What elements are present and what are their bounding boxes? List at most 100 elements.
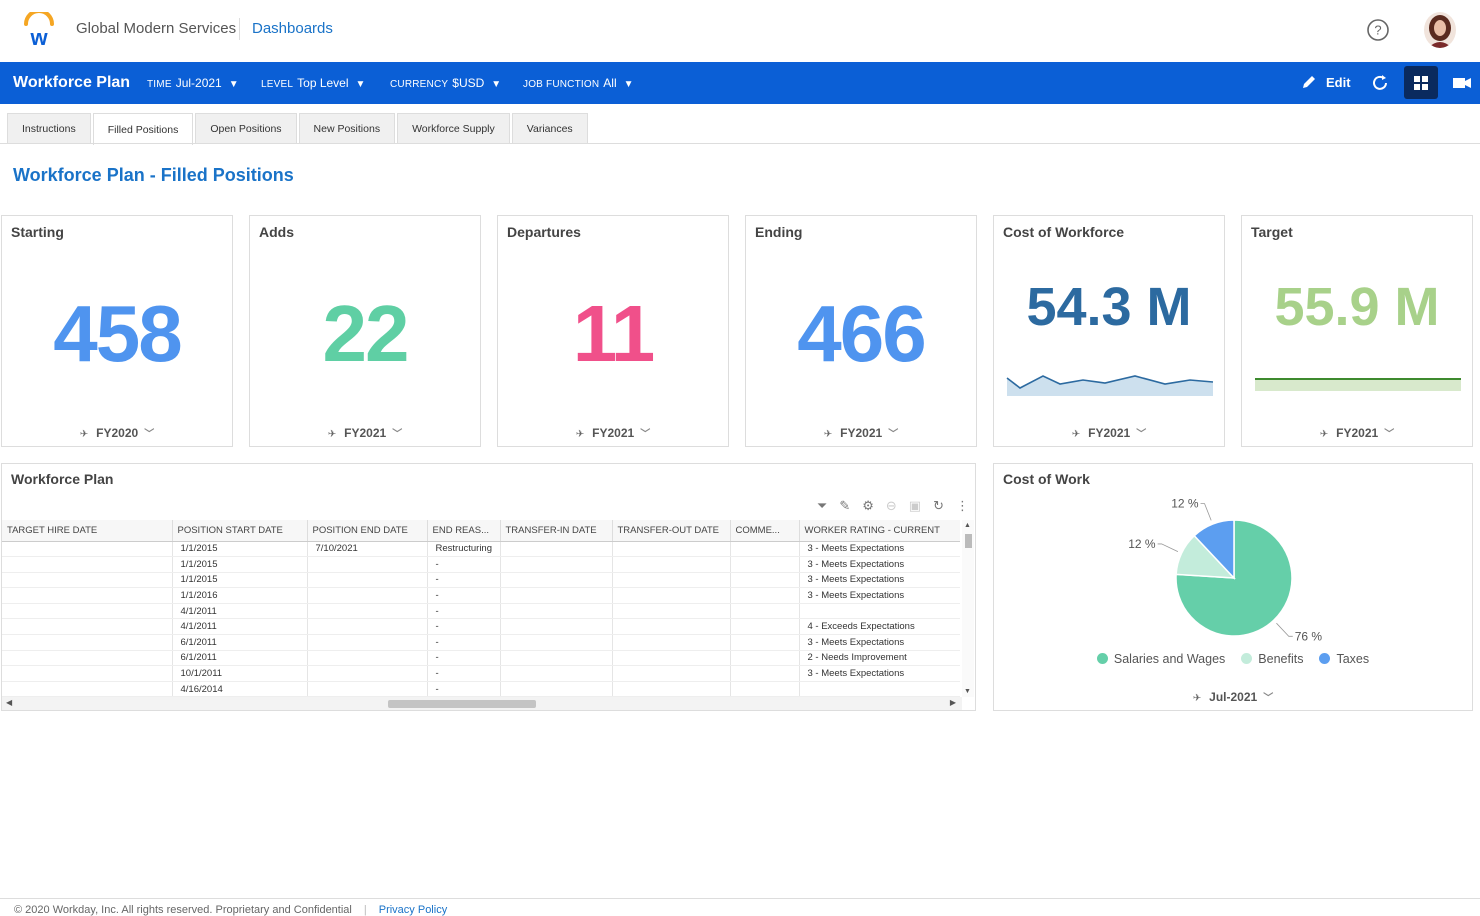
table-cell: 1/1/2015 — [172, 556, 308, 573]
chart-period-label: Jul-2021 — [1209, 690, 1258, 704]
table-cell — [730, 587, 800, 604]
kpi-card-departures[interactable]: Departures 11 ✈ FY2021 ﹀ — [497, 215, 729, 447]
table-cell: - — [427, 603, 501, 620]
kpi-title: Target — [1251, 224, 1293, 240]
refresh-icon[interactable]: ↻ — [933, 498, 944, 514]
tab-workforce-supply[interactable]: Workforce Supply — [397, 113, 510, 144]
table-cell — [307, 572, 428, 589]
tab-open-positions[interactable]: Open Positions — [195, 113, 297, 144]
column-header[interactable]: END REAS... — [427, 520, 501, 542]
table-row[interactable]: 1/1/2015 - 3 - Meets Expectations — [2, 556, 960, 573]
table-cell: 3 - Meets Expectations — [799, 572, 960, 589]
table-row[interactable]: 1/1/2015 - 3 - Meets Expectations — [2, 572, 960, 589]
column-header[interactable]: COMME... — [730, 520, 800, 542]
chart-period[interactable]: ✈ Jul-2021 ﹀ — [994, 689, 1472, 704]
kpi-period[interactable]: ✈ FY2021 ﹀ — [250, 425, 480, 440]
legend-item[interactable]: Benefits — [1241, 652, 1303, 666]
tab-variances[interactable]: Variances — [511, 113, 588, 144]
grid-layout-button[interactable] — [1404, 66, 1438, 99]
kpi-period-label: FY2021 — [1088, 426, 1131, 440]
scroll-thumb[interactable] — [965, 534, 972, 548]
kpi-period[interactable]: ✈ FY2020 ﹀ — [2, 425, 232, 440]
kpi-card-starting[interactable]: Starting 458 ✈ FY2020 ﹀ — [1, 215, 233, 447]
help-icon[interactable]: ? — [1366, 18, 1390, 42]
prompt-time[interactable]: TIME Jul-2021 ▼ — [147, 76, 239, 90]
remove-icon: ⊖ — [885, 498, 897, 513]
settings-icon[interactable]: ⚙ — [862, 498, 874, 514]
kpi-card-ending[interactable]: Ending 466 ✈ FY2021 ﹀ — [745, 215, 977, 447]
pie-label-leader — [1200, 503, 1212, 521]
kpi-card-cost-of-workforce[interactable]: Cost of Workforce 54.3 M ✈ FY2021 ﹀ — [993, 215, 1225, 447]
prompt-job-function[interactable]: JOB FUNCTION All ▼ — [523, 76, 634, 90]
more-icon[interactable]: ⋮ — [956, 498, 969, 514]
refresh-icon[interactable] — [1370, 73, 1390, 93]
prompt-time-key: TIME — [147, 79, 172, 90]
kpi-card-target[interactable]: Target 55.9 M ✈ FY2021 ﹀ — [1241, 215, 1473, 447]
scroll-left-icon[interactable]: ◀ — [6, 698, 12, 707]
legend-item[interactable]: Taxes — [1319, 652, 1369, 666]
prompt-level-value: Top Level — [297, 76, 349, 90]
kpi-card-adds[interactable]: Adds 22 ✈ FY2021 ﹀ — [249, 215, 481, 447]
privacy-policy-link[interactable]: Privacy Policy — [379, 904, 447, 916]
column-header[interactable]: TARGET HIRE DATE — [2, 520, 173, 542]
edit-columns-icon[interactable]: ✎ — [839, 498, 850, 514]
edit-button[interactable]: Edit — [1301, 74, 1351, 90]
filter-icon[interactable]: ⏷ — [817, 498, 827, 514]
panel-title: Workforce Plan — [11, 471, 114, 487]
kpi-period[interactable]: ✈ FY2021 ﹀ — [498, 425, 728, 440]
table-row[interactable]: 4/1/2011 - 4 - Exceeds Expectations — [2, 618, 960, 636]
caret-down-icon: ▼ — [228, 79, 239, 90]
kpi-title: Starting — [11, 224, 64, 240]
dashboards-link[interactable]: Dashboards — [252, 20, 333, 37]
grid-toolbar: ⏷ ✎ ⚙ ⊖ ▣ ↻ ⋮ — [817, 498, 969, 514]
caret-down-icon: ▼ — [623, 79, 634, 90]
table-cell: 1/1/2016 — [172, 587, 308, 604]
column-header[interactable]: POSITION END DATE — [307, 520, 428, 542]
present-icon[interactable] — [1452, 74, 1472, 92]
column-header[interactable]: POSITION START DATE — [172, 520, 308, 542]
legend-item[interactable]: Salaries and Wages — [1096, 652, 1225, 666]
horizontal-scrollbar[interactable]: ◀ ▶ — [2, 697, 962, 710]
chart-legend: Salaries and Wages Benefits Taxes — [994, 652, 1472, 666]
table-row[interactable]: 6/1/2011 - 2 - Needs Improvement — [2, 650, 960, 667]
column-header[interactable]: TRANSFER-OUT DATE — [612, 520, 731, 542]
kpi-period[interactable]: ✈ FY2021 ﹀ — [746, 425, 976, 440]
kpi-title: Departures — [507, 224, 581, 240]
table-cell — [612, 650, 731, 667]
table-row[interactable]: 4/16/2014 - — [2, 681, 960, 697]
kpi-value: 22 — [322, 289, 410, 378]
save-icon: ▣ — [908, 498, 922, 513]
scroll-down-icon[interactable]: ▼ — [964, 688, 971, 695]
workday-logo[interactable]: w — [22, 12, 56, 48]
table-row[interactable]: 4/1/2011 - — [2, 603, 960, 620]
table-row[interactable]: 10/1/2011 - 3 - Meets Expectations — [2, 665, 960, 682]
kpi-period[interactable]: ✈ FY2021 ﹀ — [1242, 425, 1472, 440]
table-row[interactable]: 6/1/2011 - 3 - Meets Expectations — [2, 634, 960, 651]
scroll-up-icon[interactable]: ▲ — [964, 522, 971, 529]
svg-text:w: w — [29, 25, 48, 48]
scroll-thumb[interactable] — [388, 700, 536, 708]
dashboard-toolbar: Workforce Plan TIME Jul-2021 ▼ LEVEL Top Le… — [0, 62, 1480, 104]
column-header[interactable]: TRANSFER-IN DATE — [500, 520, 613, 542]
table-cell — [2, 618, 173, 636]
prompt-level-key: LEVEL — [261, 79, 294, 90]
pie-data-label: 76 % — [1295, 629, 1323, 643]
vertical-scrollbar[interactable]: ▲ ▼ — [962, 520, 974, 697]
chevron-down-icon: ﹀ — [640, 429, 651, 440]
kpi-period-label: FY2021 — [344, 426, 387, 440]
column-header[interactable]: WORKER RATING - CURRENT — [799, 520, 960, 542]
caret-down-icon: ▼ — [355, 79, 366, 90]
pie-chart: 76 % 12 % 12 % — [1128, 497, 1323, 644]
prompt-level[interactable]: LEVEL Top Level ▼ — [261, 76, 365, 90]
scroll-right-icon[interactable]: ▶ — [950, 698, 956, 707]
table-row[interactable]: 1/1/2015 7/10/2021 Restructuring 3 - Meets … — [2, 541, 960, 558]
prompt-currency[interactable]: CURRENCY $USD ▼ — [390, 76, 501, 90]
table-cell: 7/10/2021 — [307, 541, 428, 558]
tab-new-positions[interactable]: New Positions — [298, 113, 396, 144]
kpi-period[interactable]: ✈ FY2021 ﹀ — [994, 425, 1224, 440]
tab-instructions[interactable]: Instructions — [7, 113, 91, 144]
tab-filled-positions[interactable]: Filled Positions — [92, 113, 194, 145]
table-row[interactable]: 1/1/2016 - 3 - Meets Expectations — [2, 587, 960, 604]
table-cell — [612, 665, 731, 682]
avatar[interactable] — [1424, 12, 1456, 48]
